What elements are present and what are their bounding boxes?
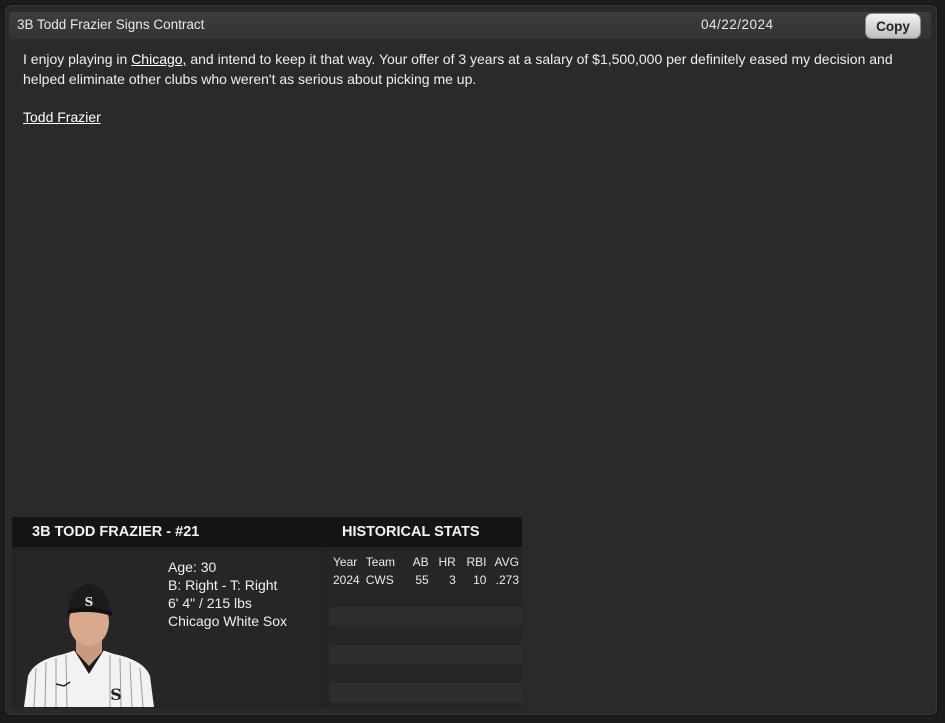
copy-button[interactable]: Copy (865, 13, 921, 39)
cell-ab: 55 (415, 573, 429, 587)
cell-avg: .273 (495, 573, 519, 587)
table-row: 2024 CWS 55 3 10 .273 (330, 571, 522, 589)
cell-rbi: 10 (473, 573, 487, 587)
message-body: I enjoy playing in Chicago, and intend t… (23, 49, 913, 89)
col-year[interactable]: Year (330, 553, 363, 571)
col-hr[interactable]: HR (432, 553, 459, 571)
signature-link[interactable]: Todd Frazier (23, 109, 101, 125)
historical-stats-table: Year Team AB HR RBI AVG 2024 CWS 55 3 10 (330, 553, 522, 589)
player-portrait-icon: S S (24, 584, 154, 707)
city-link[interactable]: Chicago, (131, 51, 186, 67)
cell-year: 2024 (333, 573, 360, 587)
player-bio: Age: 30 B: Right - T: Right 6' 4" / 215 … (168, 558, 287, 630)
player-team: Chicago White Sox (168, 613, 288, 629)
cell-hr: 3 (449, 573, 456, 587)
empty-row-stripe (330, 645, 522, 664)
col-team[interactable]: Team (363, 553, 405, 571)
col-rbi[interactable]: RBI (459, 553, 490, 571)
historical-stats-panel: Year Team AB HR RBI AVG 2024 CWS 55 3 10 (328, 550, 522, 707)
historical-stats-title: HISTORICAL STATS (342, 524, 480, 540)
svg-text:S: S (110, 685, 122, 704)
message-title: 3B Todd Frazier Signs Contract (17, 17, 205, 32)
player-card-header: 3B TODD FRAZIER - #21 HISTORICAL STATS (12, 517, 522, 547)
empty-row-stripe (330, 683, 522, 702)
player-name-header[interactable]: 3B TODD FRAZIER - #21 (32, 524, 199, 540)
player-info-panel: S S Age: 30 B: Right - T: Right 6' 4" / … (14, 550, 320, 707)
message-text-part1: I enjoy playing in (23, 51, 132, 67)
player-age: Age: 30 (168, 559, 217, 575)
player-bats-throws: B: Right - T: Right (168, 577, 278, 593)
message-titlebar: 3B Todd Frazier Signs Contract 04/22/202… (9, 12, 931, 39)
svg-text:S: S (85, 595, 94, 609)
col-ab[interactable]: AB (405, 553, 432, 571)
message-window: 3B Todd Frazier Signs Contract 04/22/202… (5, 5, 937, 715)
stats-header-row: Year Team AB HR RBI AVG (330, 553, 522, 571)
player-height-weight: 6' 4" / 215 lbs (168, 595, 252, 611)
message-date: 04/22/2024 (701, 17, 774, 32)
cell-team: CWS (365, 573, 394, 587)
col-avg[interactable]: AVG (489, 553, 522, 571)
empty-row-stripe (330, 607, 522, 626)
player-card: 3B TODD FRAZIER - #21 HISTORICAL STATS S… (12, 517, 522, 708)
